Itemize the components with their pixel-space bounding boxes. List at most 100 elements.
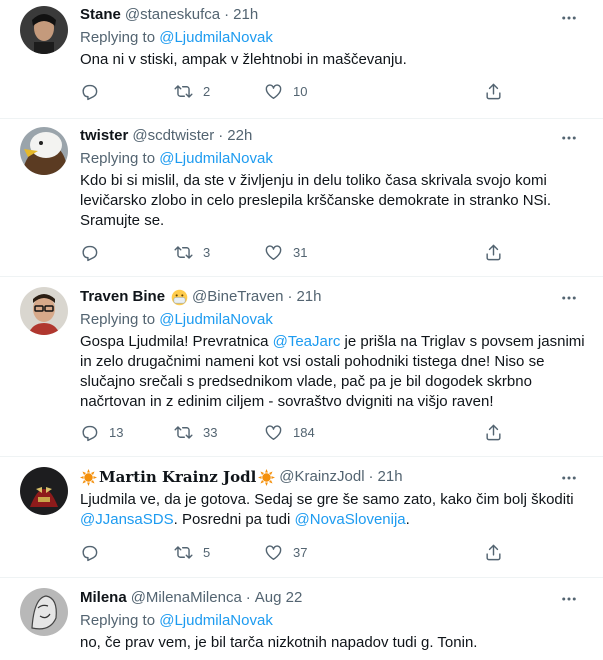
replying-to: Replying to @LjudmilaNovak (80, 149, 587, 169)
avatar[interactable] (20, 127, 68, 175)
mention-link[interactable]: @LjudmilaNovak (159, 612, 273, 629)
avatar[interactable] (20, 467, 68, 515)
author-handle[interactable]: @staneskufca (125, 5, 220, 25)
avatar[interactable] (20, 588, 68, 636)
more-icon[interactable] (557, 589, 581, 609)
tweet-text: Ona ni v stiski, ampak v žlehtnobi in ma… (80, 50, 587, 70)
reply-button[interactable] (80, 543, 109, 562)
replying-to-label: Replying to (80, 612, 160, 629)
tweet-text-segment: . (405, 511, 410, 528)
avatar[interactable] (20, 287, 68, 335)
tweet-actions: 13 33 184 (80, 423, 587, 443)
tweet-text-line: in zelo drugačnimi nameni kot vsi ostali… (80, 353, 545, 370)
author-handle[interactable]: @MilenaMilenca (131, 588, 242, 608)
author-name[interactable]: Traven Bine (80, 287, 165, 307)
like-button[interactable]: 31 (264, 243, 307, 262)
like-button[interactable]: 184 (264, 423, 315, 442)
tweet[interactable]: Traven Bine @BineTraven · 21h Replying t… (0, 277, 603, 457)
like-button[interactable]: 10 (264, 82, 307, 101)
tweet[interactable]: Martin Krainz Jodl @KrainzJodl · 21h Lju… (0, 457, 603, 578)
like-count: 37 (293, 545, 308, 560)
retweet-button[interactable]: 2 (174, 82, 210, 101)
author-handle[interactable]: @BineTraven (192, 287, 283, 307)
separator: · (368, 468, 374, 485)
timestamp[interactable]: 21h (233, 5, 258, 25)
retweet-icon (174, 426, 193, 439)
timestamp[interactable]: 21h (378, 467, 403, 487)
reply-button[interactable] (80, 243, 109, 262)
retweet-button[interactable]: 33 (174, 423, 217, 442)
mention-link[interactable]: @LjudmilaNovak (159, 150, 273, 167)
timestamp[interactable]: 21h (296, 287, 321, 307)
retweet-icon (174, 85, 193, 98)
tweet-text: Ljudmila ve, da je gotova. Sedaj se gre … (80, 490, 587, 530)
timestamp[interactable]: Aug 22 (255, 588, 303, 608)
separator: · (218, 127, 224, 144)
reply-count: 13 (109, 425, 124, 440)
reply-icon (82, 545, 98, 562)
share-button[interactable] (484, 423, 503, 442)
tweet-actions: 3 31 (80, 243, 587, 263)
more-icon[interactable] (557, 8, 581, 28)
tweet-text: Gospa Ljudmila! Prevratnica @TeaJarc je … (80, 332, 587, 412)
reply-icon (82, 245, 98, 262)
retweet-count: 33 (203, 425, 218, 440)
sun-emoji-icon (258, 468, 276, 486)
replying-to-label: Replying to (80, 150, 160, 167)
like-count: 10 (293, 84, 308, 99)
retweet-button[interactable]: 5 (174, 543, 210, 562)
like-count: 31 (293, 245, 308, 260)
tweet-text-line: levičarsko zlobo in celo preslepila kršč… (80, 192, 552, 209)
tweet-text-line: Sramujte se. (80, 212, 165, 229)
author-name[interactable]: Milena (80, 588, 127, 608)
share-icon (486, 424, 501, 441)
retweet-count: 3 (203, 245, 211, 260)
retweet-icon (174, 246, 193, 259)
author-handle[interactable]: @KrainzJodl (279, 467, 364, 487)
replying-to-label: Replying to (80, 311, 160, 328)
author-name[interactable]: Martin Krainz Jodl (99, 467, 256, 487)
share-button[interactable] (484, 243, 503, 262)
tweet-text-line: Ljudmila ve, da je gotova. Sedaj se gre … (80, 491, 574, 508)
reply-button[interactable]: 13 (80, 423, 123, 442)
replying-to: Replying to @LjudmilaNovak (80, 611, 587, 631)
mention-link[interactable]: @JJansaSDS (80, 511, 174, 528)
avatar[interactable] (20, 6, 68, 54)
mention-link[interactable]: @LjudmilaNovak (159, 29, 273, 46)
reply-icon (82, 425, 98, 442)
tweet-text: Kdo bi si mislil, da ste v življenju in … (80, 171, 587, 231)
tweet[interactable]: twister @scdtwister · 22h Replying to @L… (0, 119, 603, 277)
tweet[interactable]: Milena @MilenaMilenca · Aug 22 Replying … (0, 578, 603, 660)
mention-link[interactable]: @TeaJarc (273, 333, 341, 350)
retweet-button[interactable]: 3 (174, 243, 210, 262)
mention-link[interactable]: @LjudmilaNovak (159, 311, 273, 328)
like-button[interactable]: 37 (264, 543, 307, 562)
like-icon (265, 245, 282, 260)
like-icon (265, 425, 282, 440)
more-icon[interactable] (557, 128, 581, 148)
mention-link[interactable]: @NovaSlovenija (295, 511, 406, 528)
retweet-icon (174, 546, 193, 559)
tweet-actions: 5 37 (80, 543, 587, 563)
more-icon[interactable] (557, 288, 581, 308)
timestamp[interactable]: 22h (227, 126, 252, 146)
more-icon[interactable] (557, 468, 581, 488)
tweet-text-line: no, če prav vem, je bil tarča nizkotnih … (80, 634, 478, 651)
tweet-text-line: načrtovan in z edinim ciljem - sovraštvo… (80, 393, 494, 410)
replying-to-label: Replying to (80, 29, 160, 46)
like-count: 184 (293, 425, 315, 440)
share-button[interactable] (484, 543, 503, 562)
tweet[interactable]: Stane @staneskufca · 21h Replying to @Lj… (0, 0, 603, 119)
author-name[interactable]: twister (80, 126, 128, 146)
author-handle[interactable]: @scdtwister (132, 126, 214, 146)
share-button[interactable] (484, 82, 503, 101)
separator: · (287, 288, 293, 305)
tweet-text-line: Gospa Ljudmila! Prevratnica @TeaJarc je … (80, 332, 587, 352)
reply-button[interactable] (80, 82, 109, 101)
tweet-text-segment: je prišla na Triglav s povsem jasnimi (340, 333, 585, 350)
tweet-text-segment: Gospa Ljudmila! Prevratnica (80, 333, 273, 350)
tweet-text-line: @JJansaSDS. Posredni pa tudi @NovaSloven… (80, 510, 587, 530)
separator: · (245, 589, 251, 606)
author-name[interactable]: Stane (80, 5, 121, 25)
share-icon (486, 544, 501, 561)
